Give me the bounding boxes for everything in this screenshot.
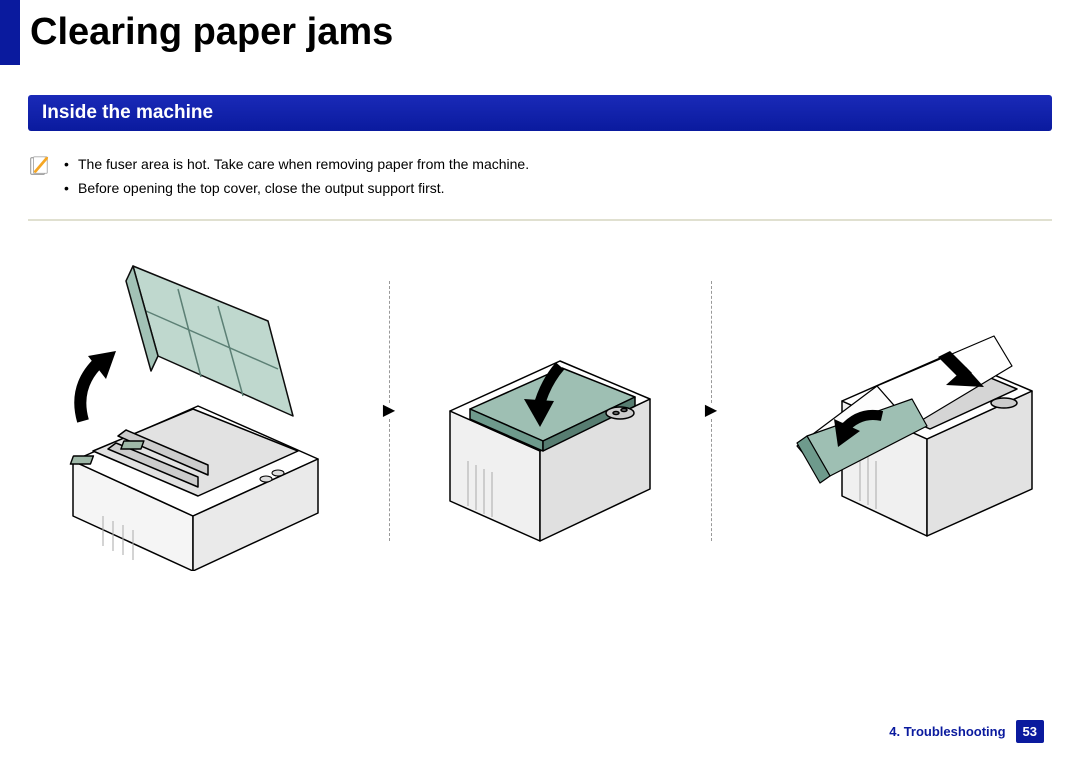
figure-pull-paper xyxy=(762,271,1042,551)
page-footer: 4. Troubleshooting 53 xyxy=(889,720,1044,743)
figure-row: ▶ xyxy=(28,251,1052,571)
page-number: 53 xyxy=(1016,720,1044,743)
figure-remove-cartridge xyxy=(440,271,660,551)
next-arrow-icon: ▶ xyxy=(383,407,395,415)
content-area: Inside the machine The fuser area is hot… xyxy=(0,65,1080,571)
title-bar: Clearing paper jams xyxy=(0,0,1080,65)
note-list: The fuser area is hot. Take care when re… xyxy=(64,153,529,201)
step-separator: ▶ xyxy=(705,281,717,541)
note-item: Before opening the top cover, close the … xyxy=(64,177,529,201)
figure-open-cover xyxy=(38,251,338,571)
title-accent xyxy=(0,0,20,65)
section-header: Inside the machine xyxy=(28,95,1052,131)
step-separator: ▶ xyxy=(383,281,395,541)
next-arrow-icon: ▶ xyxy=(705,407,717,415)
note-icon xyxy=(28,155,50,177)
note-item: The fuser area is hot. Take care when re… xyxy=(64,153,529,177)
chapter-label: 4. Troubleshooting xyxy=(889,724,1005,739)
note-block: The fuser area is hot. Take care when re… xyxy=(28,153,1052,221)
page-title: Clearing paper jams xyxy=(30,11,393,54)
